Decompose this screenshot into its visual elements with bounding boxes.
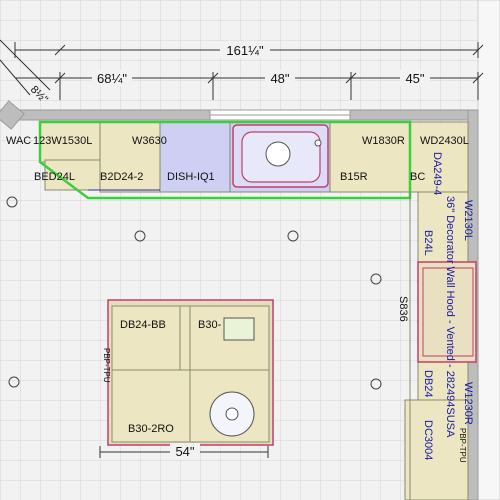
label-b30-1: B30- [198,319,222,331]
label-b24l: B24L [422,230,434,256]
label-w1830r: W1830R [362,135,405,147]
label-w3630: W3630 [132,135,167,147]
sink [232,124,329,188]
label-wac: WAC [6,135,31,147]
label-db24-bb: DB24-BB [120,319,166,331]
label-dish: DISH-IQ1 [167,171,215,183]
label-b2d24: B2D24-2 [100,171,143,183]
label-dc3004: DC3004 [422,420,434,460]
label-db24-side: DB24 [422,370,434,398]
seg-left-dimension: 68¼" [97,71,127,86]
label-hood: 36" Decorator Wall Hood - Vented - 28249… [444,196,456,438]
label-wd2430l: WD2430L [420,135,469,147]
label-b15r: B15R [340,171,368,183]
label-s836: S836 [397,296,409,322]
label-bed24l: BED24L [34,171,75,183]
label-w2130l: W2130L [462,200,474,241]
label-w1230r: W1230R [462,382,474,425]
island-dimension: 54" [175,444,194,459]
label-b30-2ro: B30-2RO [128,423,174,435]
label-w1530l: 123W1530L [33,135,92,147]
floor-plan[interactable]: 161¼" 68¼" 48" 45" 8½" WAC 123W1530L W36… [0,0,500,500]
seg-mid-dimension: 48" [270,71,289,86]
seg-right-dimension: 45" [405,71,424,86]
label-hood-top: DA249-4 [431,152,443,195]
label-bc: BC [410,171,425,183]
label-pbp-left: PBP-TPU [102,348,111,383]
label-pbp-right: PBP-TPU [458,428,467,463]
overall-dimension: 161¼" [226,43,264,58]
